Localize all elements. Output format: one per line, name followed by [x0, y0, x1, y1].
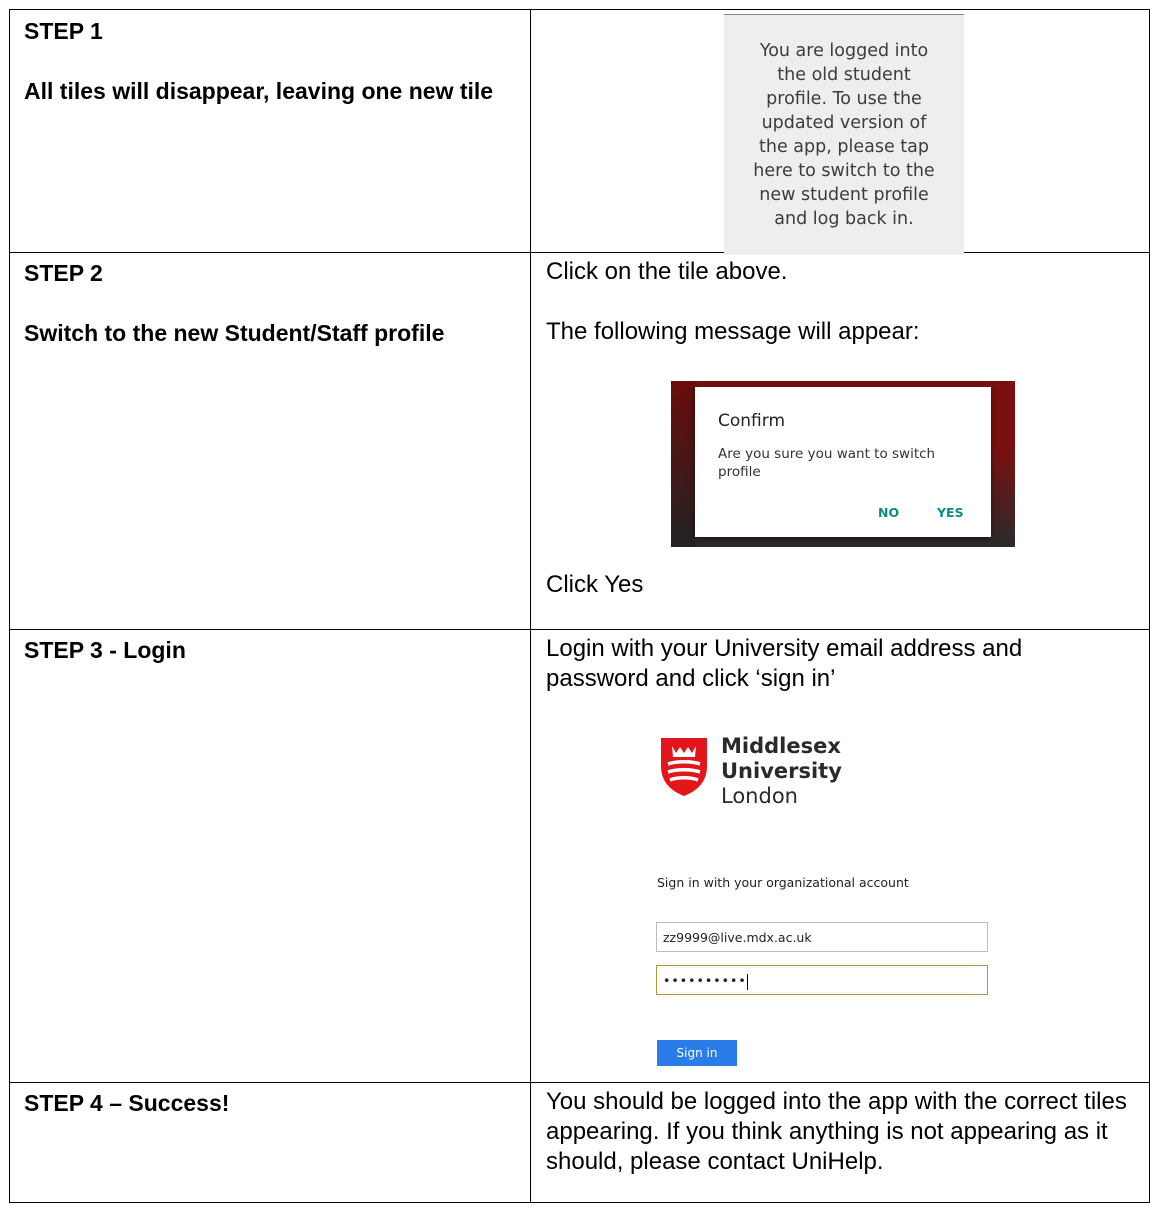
- text-caret: [746, 973, 748, 990]
- step-2-instruction-3: Click Yes: [546, 571, 644, 598]
- password-value: ••••••••••: [663, 973, 747, 988]
- step-4-right-cell: You should be logged into the app with t…: [530, 1082, 1150, 1203]
- email-field[interactable]: zz9999@live.mdx.ac.uk: [656, 922, 988, 952]
- step-4-message: You should be logged into the app with t…: [546, 1088, 1127, 1175]
- step-4-row: STEP 4 – Success! You should be logged i…: [9, 1082, 1150, 1203]
- step-1-right-cell: You are logged into the old student prof…: [530, 9, 1150, 255]
- logo-line-1: Middlesex: [721, 734, 841, 758]
- step-2-instruction-2: The following message will appear:: [546, 318, 920, 345]
- step-3-right-cell: Login with your University email address…: [530, 629, 1150, 1083]
- signin-prompt: Sign in with your organizational account: [657, 875, 909, 890]
- step-1-left-cell: STEP 1 All tiles will disappear, leaving…: [9, 9, 531, 253]
- step-2-left-cell: STEP 2 Switch to the new Student/Staff p…: [9, 252, 531, 630]
- confirm-dialog-screenshot: Confirm Are you sure you want to switch …: [671, 381, 1015, 547]
- sign-in-button[interactable]: Sign in: [657, 1040, 737, 1066]
- document: STEP 1 All tiles will disappear, leaving…: [0, 0, 1150, 1207]
- steps-table: STEP 1 All tiles will disappear, leaving…: [9, 9, 1150, 1203]
- step-3-row: STEP 3 - Login Login with your Universit…: [9, 629, 1150, 1083]
- step-2-row: STEP 2 Switch to the new Student/Staff p…: [9, 252, 1150, 630]
- step-1-heading: STEP 1: [24, 18, 103, 44]
- logo-line-3: London: [721, 784, 798, 808]
- step-4-left-cell: STEP 4 – Success!: [9, 1082, 531, 1203]
- password-field[interactable]: ••••••••••: [656, 965, 988, 995]
- dialog-title: Confirm: [718, 411, 786, 431]
- no-button[interactable]: NO: [878, 505, 899, 520]
- step-1-description: All tiles will disappear, leaving one ne…: [24, 78, 494, 104]
- step-2-instruction-1: Click on the tile above.: [546, 258, 788, 285]
- step-2-right-cell: Click on the tile above. The following m…: [530, 252, 1150, 630]
- dialog-message: Are you sure you want to switch profile: [718, 446, 936, 480]
- logo-line-2: University: [721, 759, 842, 783]
- switch-profile-tile[interactable]: You are logged into the old student prof…: [724, 14, 964, 255]
- step-3-left-cell: STEP 3 - Login: [9, 629, 531, 1083]
- step-2-heading: STEP 2: [24, 260, 103, 286]
- tile-message: You are logged into the old student prof…: [753, 41, 935, 229]
- step-3-instruction: Login with your University email address…: [546, 635, 1023, 692]
- yes-button[interactable]: YES: [937, 505, 964, 520]
- university-logo-text: Middlesex University London: [721, 734, 842, 809]
- step-1-row: STEP 1 All tiles will disappear, leaving…: [9, 9, 1150, 255]
- step-4-heading: STEP 4 – Success!: [24, 1090, 230, 1116]
- confirm-dialog: Confirm Are you sure you want to switch …: [695, 387, 991, 537]
- step-3-heading: STEP 3 - Login: [24, 637, 186, 663]
- university-shield-logo: [661, 738, 707, 796]
- step-2-description: Switch to the new Student/Staff profile: [24, 320, 445, 346]
